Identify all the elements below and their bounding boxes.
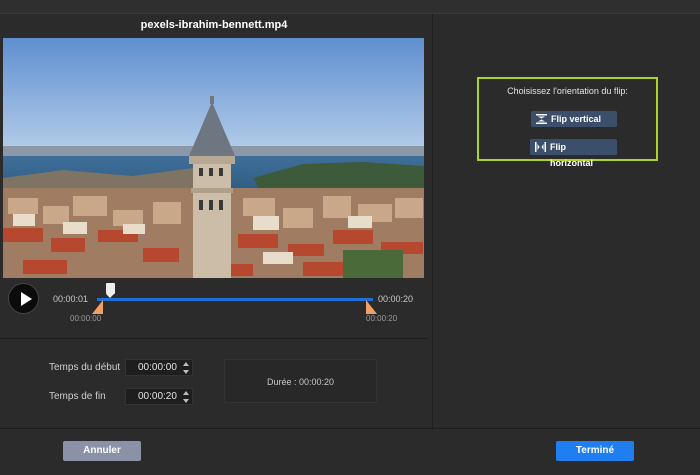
start-time-value: 00:00:00: [138, 362, 177, 373]
panel-divider: [0, 338, 428, 339]
duration-display: Durée : 00:00:20: [224, 359, 377, 403]
end-time-stepper[interactable]: [182, 390, 190, 404]
file-name-title: pexels-ibrahim-bennett.mp4: [140, 19, 288, 31]
trim-start-time-label: 00:00:00: [70, 314, 102, 323]
trim-end-time-label: 00:00:20: [366, 314, 398, 323]
end-time-value: 00:00:20: [138, 391, 177, 402]
start-time-label: Temps du début: [49, 362, 121, 373]
top-bar: [0, 0, 700, 14]
timeline-track[interactable]: [97, 298, 373, 301]
cancel-button[interactable]: Annuler: [63, 441, 141, 461]
flip-options-panel: Choisissez l'orientation du flip: Flip v…: [477, 77, 658, 168]
play-button[interactable]: [8, 283, 39, 314]
footer-divider: [0, 428, 700, 429]
flip-horizontal-label: Flip horizontal: [550, 142, 593, 168]
end-time-label: Temps de fin: [49, 391, 106, 402]
start-time-stepper[interactable]: [182, 361, 190, 375]
flip-vertical-icon: [536, 114, 547, 124]
flip-horizontal-icon: [535, 142, 546, 152]
end-time-field[interactable]: 00:00:20: [125, 388, 193, 405]
current-time: 00:00:01: [53, 294, 89, 304]
flip-vertical-label: Flip vertical: [551, 114, 602, 124]
playhead[interactable]: [106, 283, 116, 298]
total-time: 00:00:20: [378, 294, 414, 304]
video-preview: [3, 38, 424, 278]
flip-vertical-button[interactable]: Flip vertical: [531, 111, 617, 127]
start-time-field[interactable]: 00:00:00: [125, 359, 193, 376]
done-button[interactable]: Terminé: [556, 441, 634, 461]
flip-title: Choisissez l'orientation du flip:: [507, 86, 628, 96]
flip-horizontal-button[interactable]: Flip horizontal: [530, 139, 617, 168]
